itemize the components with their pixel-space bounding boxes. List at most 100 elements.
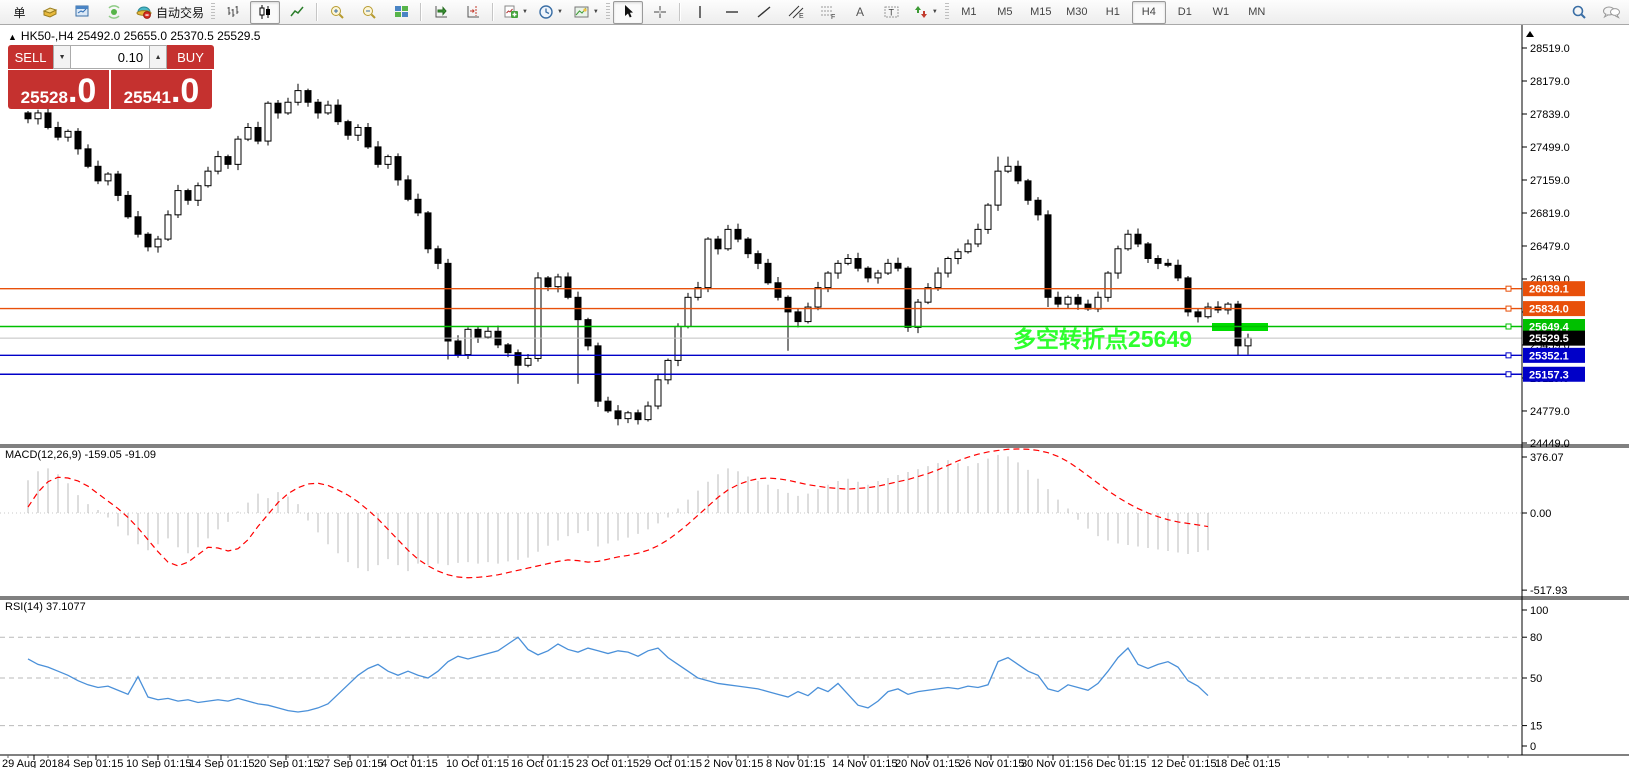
buy-button[interactable]: BUY (167, 45, 214, 69)
level-line-marker[interactable] (1506, 372, 1511, 377)
trendline-button[interactable] (749, 1, 779, 24)
market-watch-icon (41, 4, 59, 20)
sell-price-panel[interactable]: 25528 .0 (8, 70, 109, 109)
arrows-button-dropdown-arrow[interactable]: ▼ (932, 9, 938, 15)
arrows-button[interactable]: ▼ (909, 1, 942, 24)
indicators-button-dropdown-arrow[interactable]: ▼ (522, 9, 528, 15)
chart-area[interactable]: 多空转折点2564928519.028179.027839.027499.027… (0, 0, 1629, 768)
candle-down (1155, 259, 1161, 264)
candle-down (795, 312, 801, 322)
candle-up (925, 288, 931, 303)
candle-up (205, 171, 211, 186)
timeframe-m1-button[interactable]: M1 (952, 1, 986, 24)
timeframe-h4-button[interactable]: H4 (1132, 1, 1166, 24)
timeframe-d1-button[interactable]: D1 (1168, 1, 1202, 24)
time-axis-label: 8 Nov 01:15 (766, 758, 825, 768)
chart-bars-button[interactable] (218, 1, 248, 24)
volume-increase-button[interactable]: ▲ (149, 45, 167, 69)
candle-up (725, 229, 731, 248)
level-line-marker[interactable] (1506, 306, 1511, 311)
chart-shift-icon (465, 4, 482, 20)
candle-up (485, 331, 491, 337)
candle-down (315, 102, 321, 113)
search-button[interactable] (1564, 1, 1594, 24)
candle-up (705, 239, 711, 288)
candle-down (185, 191, 191, 201)
vertical-line-button[interactable] (685, 1, 715, 24)
horizontal-line-button[interactable] (717, 1, 747, 24)
auto-scroll-button[interactable] (426, 1, 456, 24)
pivot-annotation-text[interactable]: 多空转折点25649 (1013, 326, 1192, 352)
candle-down (775, 283, 781, 298)
candle-up (555, 277, 561, 287)
candle-down (55, 127, 61, 137)
zoom-in-button[interactable] (322, 1, 352, 24)
axis-price-label: 25352.1 (1529, 350, 1569, 362)
sell-button[interactable]: SELL (8, 45, 53, 69)
chart-shift-button[interactable] (458, 1, 488, 24)
collapse-panel-icon[interactable]: ▲ (8, 32, 17, 42)
new-order-button[interactable]: 单 (3, 1, 33, 24)
level-line-marker[interactable] (1506, 286, 1511, 291)
timeframe-m5-button[interactable]: M5 (988, 1, 1022, 24)
candle-up (265, 103, 271, 141)
data-window-button[interactable] (67, 1, 97, 24)
crosshair-button[interactable] (645, 1, 675, 24)
timeframe-m30-button[interactable]: M30 (1060, 1, 1094, 24)
text-button[interactable]: A (845, 1, 875, 24)
volume-input[interactable] (71, 45, 149, 69)
fibonacci-button[interactable]: F (813, 1, 843, 24)
one-click-trade-panel: SELL ▼ ▲ BUY 25528 .0 25541 .0 (8, 45, 214, 109)
periods-button[interactable]: ▼ (534, 1, 567, 24)
candle-up (945, 259, 951, 274)
timeframe-w1-button[interactable]: W1 (1204, 1, 1238, 24)
templates-button[interactable]: ▼ (569, 1, 603, 24)
candle-down (1235, 304, 1241, 346)
candle-down (565, 277, 571, 297)
equidistant-channel-button[interactable]: E (781, 1, 811, 24)
svg-text:T: T (888, 8, 894, 18)
text-label-button[interactable]: T (877, 1, 907, 24)
axis-price-label: 26039.1 (1529, 284, 1569, 296)
tile-windows-button[interactable] (386, 1, 416, 24)
chart-line-button[interactable] (282, 1, 312, 24)
periods-button-dropdown-arrow[interactable]: ▼ (557, 9, 563, 15)
templates-button-dropdown-arrow[interactable]: ▼ (593, 9, 599, 15)
horizontal-line-icon (724, 4, 740, 20)
candle-up (815, 288, 821, 307)
candle-down (225, 157, 231, 165)
candle-down (735, 229, 741, 239)
toolbar-grip (945, 3, 949, 21)
candle-down (1055, 297, 1061, 304)
rsi-line (28, 637, 1208, 712)
macd-axis-label: -517.93 (1530, 585, 1567, 597)
buy-price-panel[interactable]: 25541 .0 (111, 70, 212, 109)
level-line-marker[interactable] (1506, 324, 1511, 329)
time-axis-label: 4 Oct 01:15 (381, 758, 438, 768)
equidistant-channel-icon: E (787, 4, 805, 20)
candle-up (105, 174, 111, 181)
toolbar-separator (420, 3, 422, 21)
candle-down (1035, 200, 1041, 215)
volume-decrease-button[interactable]: ▼ (53, 45, 71, 69)
market-watch-button[interactable] (35, 1, 65, 24)
indicators-button[interactable]: ▼ (498, 1, 532, 24)
zoom-out-button[interactable] (354, 1, 384, 24)
toolbar-separator (679, 3, 681, 21)
candle-up (535, 278, 541, 359)
timeframe-m15-button[interactable]: M15 (1024, 1, 1058, 24)
sell-price: 25528 (21, 89, 68, 106)
autotrade-button[interactable]: 自动交易 (131, 1, 208, 24)
time-axis-label: 14 Sep 01:15 (189, 758, 254, 768)
candle-up (875, 273, 881, 278)
cursor-button[interactable] (613, 1, 643, 24)
candle-up (985, 205, 991, 229)
chat-button[interactable] (1596, 1, 1626, 24)
chart-canvas[interactable]: 多空转折点2564928519.028179.027839.027499.027… (0, 0, 1629, 768)
price-axis-label: 27839.0 (1530, 109, 1570, 121)
timeframe-mn-button[interactable]: MN (1240, 1, 1274, 24)
level-line-marker[interactable] (1506, 353, 1511, 358)
navigator-button[interactable] (99, 1, 129, 24)
chart-candles-button[interactable] (250, 1, 280, 24)
timeframe-h1-button[interactable]: H1 (1096, 1, 1130, 24)
